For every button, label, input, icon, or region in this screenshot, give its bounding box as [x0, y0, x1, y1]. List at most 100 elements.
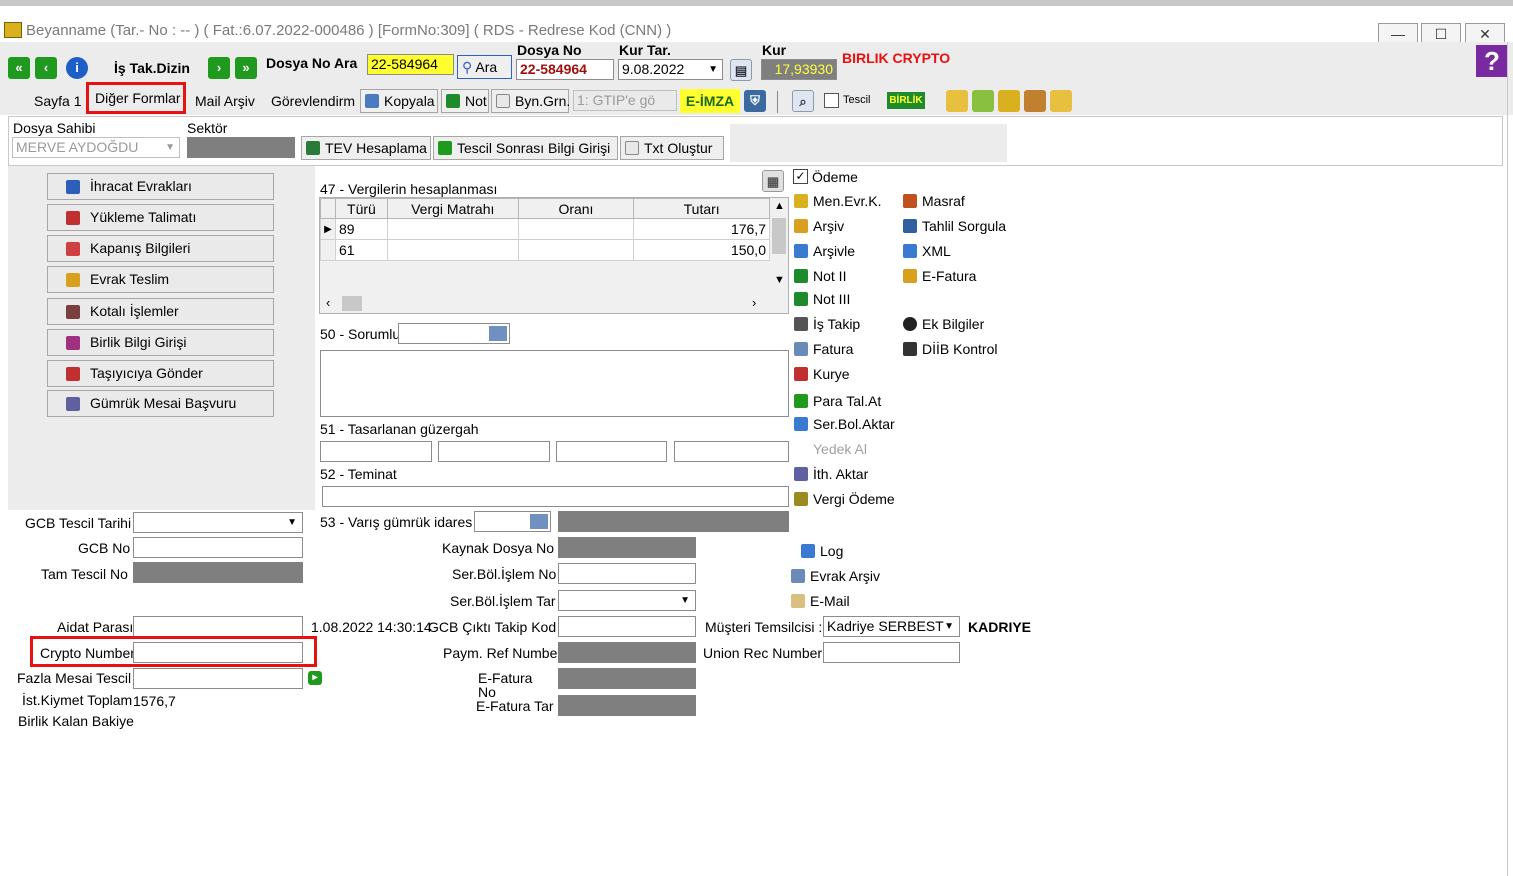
prev-record-icon[interactable]: ‹: [35, 57, 57, 79]
link-xml[interactable]: XML: [903, 243, 951, 259]
tab-sayfa-1[interactable]: Sayfa 1: [34, 91, 81, 113]
tev-hesaplama-button[interactable]: TEV Hesaplama: [301, 136, 431, 160]
link-evrak-arsiv[interactable]: Evrak Arşiv: [791, 568, 880, 584]
gtip-select[interactable]: 1: GTIP'e gö: [573, 90, 677, 111]
link-arsivle[interactable]: Arşivle: [794, 243, 855, 259]
link-arsiv[interactable]: Arşiv: [794, 218, 844, 234]
link-masraf[interactable]: Masraf: [903, 193, 965, 209]
gcb-no-input[interactable]: [133, 537, 303, 558]
guzergah-input-4[interactable]: [674, 441, 789, 462]
dosya-no-ara-input[interactable]: 22-584964: [367, 54, 454, 75]
info-icon[interactable]: i: [66, 57, 88, 79]
scroll-down-icon[interactable]: ▼: [774, 274, 785, 286]
link-log[interactable]: Log: [801, 543, 843, 559]
export-icon[interactable]: [998, 90, 1020, 112]
link-tahlil-sorgula[interactable]: Tahlil Sorgula: [903, 218, 1006, 234]
scroll-up-icon[interactable]: ▲: [774, 200, 785, 212]
col-orani[interactable]: Oranı: [517, 198, 635, 219]
gcb-tescil-tarihi-select[interactable]: ▼: [133, 512, 303, 533]
byn-grn-button[interactable]: Byn.Grn.: [491, 89, 570, 113]
kopyala-button[interactable]: Kopyala: [360, 89, 438, 113]
link-vergi-odeme[interactable]: Vergi Ödeme: [794, 491, 895, 507]
link-not-ii[interactable]: Not II: [794, 268, 846, 284]
menu-tasiyiciya-gonder[interactable]: Taşıyıcıya Gönder: [47, 360, 274, 387]
calculator-icon[interactable]: ▤: [730, 59, 752, 81]
link-men-evr-k[interactable]: Men.Evr.K.: [794, 193, 881, 209]
menu-evrak-teslim[interactable]: Evrak Teslim: [47, 266, 274, 293]
grid-calculator-icon[interactable]: ▦: [762, 170, 784, 192]
tab-gorevlendirm[interactable]: Görevlendirm: [271, 91, 355, 113]
menu-kotali-islemler[interactable]: Kotalı İşlemler: [47, 298, 274, 325]
cell-oran[interactable]: [517, 218, 635, 240]
link-diib-kontrol[interactable]: DİİB Kontrol: [903, 341, 997, 357]
union-rec-input[interactable]: [823, 642, 960, 663]
folder-icon[interactable]: [1050, 90, 1072, 112]
link-is-takip[interactable]: İş Takip: [794, 316, 860, 332]
table-row[interactable]: ▶ 89 176,7: [320, 218, 770, 240]
cell-turu[interactable]: 61: [334, 239, 388, 261]
ser-bol-islem-tar-select[interactable]: ▼: [558, 590, 696, 611]
tescil-sonrasi-button[interactable]: Tescil Sonrası Bilgi Girişi: [433, 136, 618, 160]
aidat-parasi-input[interactable]: [133, 616, 303, 637]
guzergah-input-3[interactable]: [556, 441, 667, 462]
upload-icon[interactable]: [972, 90, 994, 112]
menu-gumruk-mesai-basvuru[interactable]: Gümrük Mesai Başvuru: [47, 390, 274, 417]
preview-icon[interactable]: ⌕: [792, 90, 814, 112]
last-record-icon[interactable]: »: [235, 57, 257, 79]
link-e-fatura[interactable]: E-Fatura: [903, 268, 976, 284]
e-imza-button[interactable]: E-İMZA: [680, 89, 740, 113]
first-record-icon[interactable]: «: [8, 57, 30, 79]
cell-tutar[interactable]: 176,7: [633, 218, 770, 240]
odeme-checkbox[interactable]: ✓: [793, 169, 808, 184]
shield-icon[interactable]: ⛨: [744, 90, 766, 112]
link-fatura[interactable]: Fatura: [794, 341, 853, 357]
link-not-iii[interactable]: Not III: [794, 291, 850, 307]
scroll-right-icon[interactable]: ›: [752, 295, 756, 310]
archive-icon[interactable]: [1024, 90, 1046, 112]
ser-bol-islem-no-input[interactable]: [558, 563, 696, 584]
link-email[interactable]: E-Mail: [791, 593, 850, 609]
menu-birlik-bilgi-girisi[interactable]: Birlik Bilgi Girişi: [47, 329, 274, 356]
dosya-sahibi-select[interactable]: MERVE AYDOĞDU ▼: [12, 137, 180, 158]
txt-olustur-button[interactable]: Txt Oluştur: [620, 136, 724, 160]
cell-matrah[interactable]: [386, 218, 519, 240]
sorumlu-textarea[interactable]: [320, 350, 789, 417]
menu-ihracat-evraklari[interactable]: İhracat Evrakları: [47, 173, 274, 200]
ara-button[interactable]: ⚲ Ara: [457, 55, 512, 79]
scroll-thumb[interactable]: [772, 218, 786, 254]
birlik-badge[interactable]: BİRLİK: [887, 92, 925, 109]
col-turu[interactable]: Türü: [334, 198, 388, 219]
guzergah-input-1[interactable]: [320, 441, 432, 462]
tescil-checkbox[interactable]: [824, 93, 839, 108]
tab-mail-arsiv[interactable]: Mail Arşiv: [195, 91, 255, 113]
link-yedek-al[interactable]: Yedek Al: [794, 441, 867, 457]
gcb-cikti-input[interactable]: [558, 616, 696, 637]
cell-matrah[interactable]: [386, 239, 519, 261]
menu-kapanis-bilgileri[interactable]: Kapanış Bilgileri: [47, 235, 274, 262]
horizontal-scrollbar[interactable]: ‹ ›: [320, 294, 770, 313]
varis-input[interactable]: [474, 511, 551, 532]
fazla-mesai-input[interactable]: [133, 668, 303, 689]
link-kurye[interactable]: Kurye: [794, 366, 850, 382]
sorumlu-input[interactable]: [398, 323, 510, 344]
link-ek-bilgiler[interactable]: Ek Bilgiler: [903, 316, 984, 332]
cell-oran[interactable]: [517, 239, 635, 261]
arrow-right-icon[interactable]: ▸: [308, 671, 322, 685]
link-ith-aktar[interactable]: İth. Aktar: [794, 466, 868, 482]
dosya-no-field[interactable]: 22-584964: [516, 59, 614, 80]
h-scroll-thumb[interactable]: [342, 296, 362, 311]
scroll-left-icon[interactable]: ‹: [326, 295, 330, 310]
table-row[interactable]: 61 150,0: [320, 239, 770, 261]
vertical-scrollbar[interactable]: ▲ ▼: [770, 198, 788, 294]
guzergah-input-2[interactable]: [438, 441, 550, 462]
musteri-temsilcisi-select[interactable]: Kadriye SERBEST ▼: [823, 616, 960, 637]
menu-yukleme-talimati[interactable]: Yükleme Talimatı: [47, 204, 274, 231]
not-button[interactable]: Not: [441, 89, 489, 113]
teminat-input[interactable]: [322, 486, 789, 507]
link-ser-bol-aktar[interactable]: Ser.Bol.Aktar: [794, 416, 895, 432]
next-record-icon[interactable]: ›: [208, 57, 230, 79]
folder-open-icon[interactable]: [946, 90, 968, 112]
col-tutari[interactable]: Tutarı: [633, 198, 770, 219]
cell-turu[interactable]: 89: [334, 218, 388, 240]
link-para-tal-at[interactable]: Para Tal.At: [794, 393, 881, 409]
